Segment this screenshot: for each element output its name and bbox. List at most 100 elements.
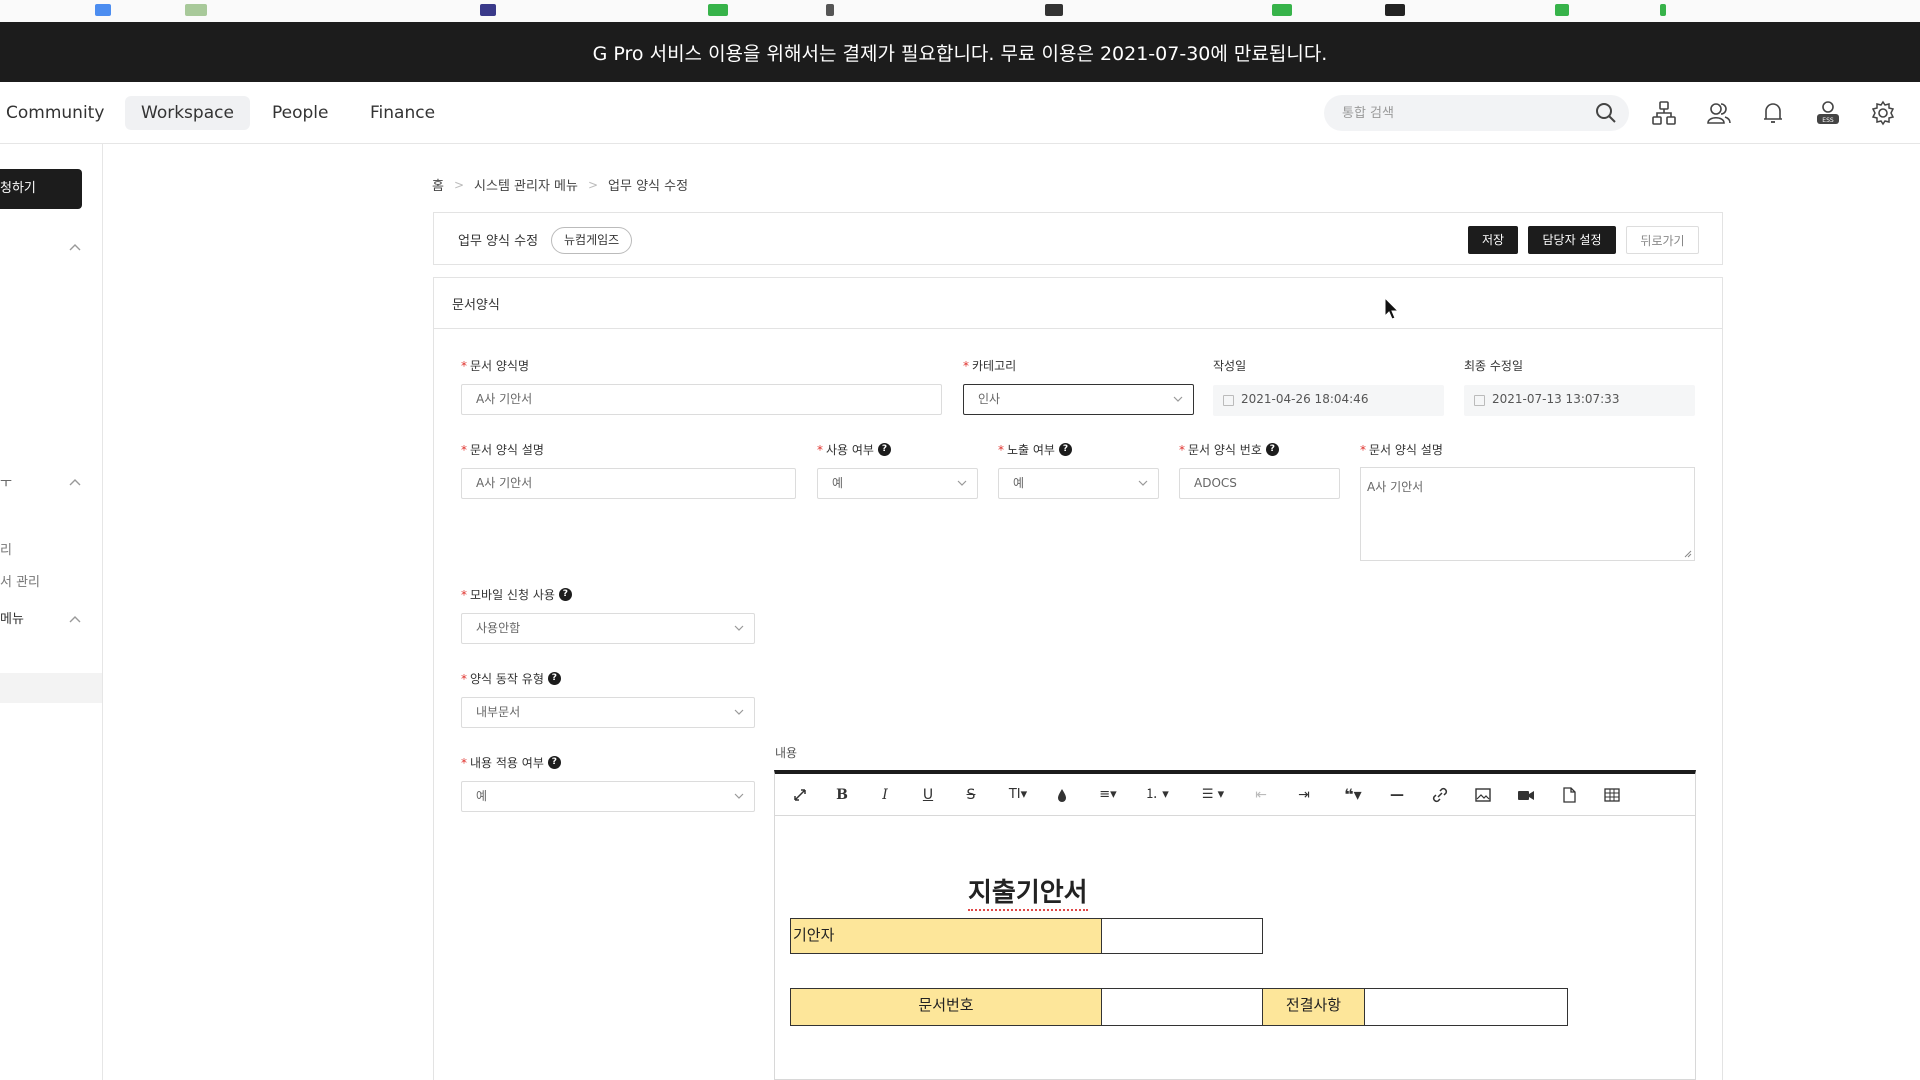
chevron-up-icon[interactable] xyxy=(68,614,82,624)
content-apply-select[interactable]: 예 xyxy=(461,781,755,812)
assign-manager-button[interactable]: 담당자 설정 xyxy=(1528,226,1616,254)
use-select[interactable]: 예 xyxy=(817,468,978,499)
chevron-down-icon xyxy=(734,625,744,631)
help-icon[interactable]: ? xyxy=(877,443,891,456)
save-button[interactable]: 저장 xyxy=(1468,226,1518,254)
ess-user-icon[interactable]: ESS xyxy=(1815,100,1841,126)
drafter-value-cell[interactable] xyxy=(1101,918,1263,954)
modified-date-label: 최종 수정일 xyxy=(1464,359,1524,373)
doc-desc2-value: A사 기안서 xyxy=(1367,480,1424,494)
help-icon[interactable]: ? xyxy=(1265,443,1279,456)
italic-icon[interactable]: I xyxy=(874,784,896,806)
mobile-label: * 모바일 신청 사용? xyxy=(461,586,572,603)
search-icon[interactable] xyxy=(1595,102,1617,124)
banner-text: G Pro 서비스 이용을 위해서는 결제가 필요합니다. 무료 이용은 202… xyxy=(592,42,1328,65)
action-type-select[interactable]: 내부문서 xyxy=(461,697,755,728)
help-icon[interactable]: ? xyxy=(547,756,561,769)
bullet-list-icon[interactable]: ☰ ▾ xyxy=(1195,784,1231,806)
breadcrumb-current: 업무 양식 수정 xyxy=(608,179,689,194)
ordered-list-icon[interactable]: ⒈ ▾ xyxy=(1139,784,1175,806)
use-label: * 사용 여부? xyxy=(817,441,891,458)
breadcrumb-separator-icon: > xyxy=(587,177,599,192)
font-size-icon[interactable]: TI▾ xyxy=(1003,784,1033,806)
top-navigation: Community Workspace People Finance ESS xyxy=(0,82,1920,144)
doc-desc-label: * 문서 양식 설명 xyxy=(461,442,544,458)
content-label: 내용 xyxy=(775,746,798,760)
os-top-strip xyxy=(0,0,1920,22)
nav-people[interactable]: People xyxy=(256,96,344,130)
sidebar-group-label[interactable]: ㅜ xyxy=(0,472,12,491)
chevron-up-icon[interactable] xyxy=(68,242,82,252)
drafter-label-cell[interactable]: 기안자 xyxy=(790,918,1102,954)
mouse-cursor-icon xyxy=(1384,297,1400,320)
doc-number-label-cell[interactable]: 문서번호 xyxy=(790,988,1102,1026)
chevron-down-icon xyxy=(957,480,967,486)
delegation-value-cell[interactable] xyxy=(1364,988,1568,1026)
sidebar-item[interactable]: 리 xyxy=(0,539,12,558)
bold-icon[interactable]: B xyxy=(831,784,853,806)
gear-icon[interactable] xyxy=(1870,100,1896,126)
fullscreen-icon[interactable] xyxy=(789,784,811,806)
calendar-icon xyxy=(1474,395,1485,406)
video-icon[interactable] xyxy=(1515,784,1537,806)
indent-icon[interactable]: ⇥ xyxy=(1293,784,1315,806)
chevron-down-icon xyxy=(1138,480,1148,486)
chevron-up-icon[interactable] xyxy=(68,477,82,487)
help-icon[interactable]: ? xyxy=(558,588,572,601)
doc-name-field[interactable]: A사 기안서 xyxy=(461,384,942,415)
outdent-icon[interactable]: ⇤ xyxy=(1250,784,1272,806)
expose-label: * 노출 여부? xyxy=(998,441,1072,458)
expose-value: 예 xyxy=(1013,476,1025,490)
strikethrough-icon[interactable]: S xyxy=(960,784,982,806)
doc-desc2-textarea[interactable]: A사 기안서 xyxy=(1360,467,1695,561)
sidebar-group-label[interactable]: 메뉴 xyxy=(0,608,24,627)
help-icon[interactable]: ? xyxy=(547,672,561,685)
text-color-icon[interactable] xyxy=(1051,784,1073,806)
created-date-label: 작성일 xyxy=(1213,359,1247,373)
doc-number-value-cell[interactable] xyxy=(1101,988,1263,1026)
sidebar-item-selected[interactable] xyxy=(0,673,102,703)
nav-finance[interactable]: Finance xyxy=(354,96,451,130)
search-input[interactable] xyxy=(1342,102,1582,124)
doc-name-label: * 문서 양식명 xyxy=(461,358,530,374)
action-type-value: 내부문서 xyxy=(476,705,521,719)
horizontal-rule-icon[interactable]: — xyxy=(1386,784,1408,806)
org-chart-icon[interactable] xyxy=(1651,100,1677,126)
mobile-select[interactable]: 사용안함 xyxy=(461,613,755,644)
underline-icon[interactable]: U xyxy=(917,784,939,806)
link-icon[interactable] xyxy=(1429,784,1451,806)
users-icon[interactable] xyxy=(1706,100,1732,126)
breadcrumb-home[interactable]: 홈 xyxy=(432,175,444,194)
page-title: 업무 양식 수정 xyxy=(458,234,539,249)
category-select[interactable]: 인사 xyxy=(963,384,1194,415)
bell-icon[interactable] xyxy=(1760,100,1786,126)
category-label: * 카테고리 xyxy=(963,358,1017,374)
nav-community[interactable]: Community xyxy=(0,96,120,130)
resize-grip-icon[interactable] xyxy=(1682,548,1692,558)
title-panel: 업무 양식 수정 뉴컴게임즈 저장 담당자 설정 뒤로가기 xyxy=(433,212,1723,265)
chevron-down-icon xyxy=(734,709,744,715)
sidebar-item[interactable]: 서 관리 xyxy=(0,571,40,590)
expose-select[interactable]: 예 xyxy=(998,468,1159,499)
content-apply-value: 예 xyxy=(476,789,488,803)
image-icon[interactable] xyxy=(1472,784,1494,806)
file-icon[interactable] xyxy=(1558,784,1580,806)
payment-notice-banner: G Pro 서비스 이용을 위해서는 결제가 필요합니다. 무료 이용은 202… xyxy=(0,22,1920,82)
breadcrumb-admin-menu[interactable]: 시스템 관리자 메뉴 xyxy=(474,175,578,194)
quote-icon[interactable]: ❝▾ xyxy=(1337,784,1369,806)
document-heading[interactable]: 지출기안서 xyxy=(968,877,1088,911)
content-apply-label: * 내용 적용 여부? xyxy=(461,754,561,771)
breadcrumb: 홈 > 시스템 관리자 메뉴 > 업무 양식 수정 xyxy=(432,175,689,195)
nav-workspace[interactable]: Workspace xyxy=(125,96,250,130)
chevron-down-icon xyxy=(734,793,744,799)
doc-desc-field[interactable]: A사 기안서 xyxy=(461,468,796,499)
align-icon[interactable]: ≡▾ xyxy=(1093,784,1123,806)
back-button[interactable]: 뒤로가기 xyxy=(1626,226,1699,254)
table-icon[interactable] xyxy=(1601,784,1623,806)
use-value: 예 xyxy=(832,476,844,490)
action-type-label: * 양식 동작 유형? xyxy=(461,670,561,687)
sidebar-primary-button[interactable]: 청하기 xyxy=(0,169,82,209)
doc-number-field[interactable]: ADOCS xyxy=(1179,468,1340,499)
delegation-label-cell[interactable]: 전결사항 xyxy=(1262,988,1365,1026)
help-icon[interactable]: ? xyxy=(1058,443,1072,456)
